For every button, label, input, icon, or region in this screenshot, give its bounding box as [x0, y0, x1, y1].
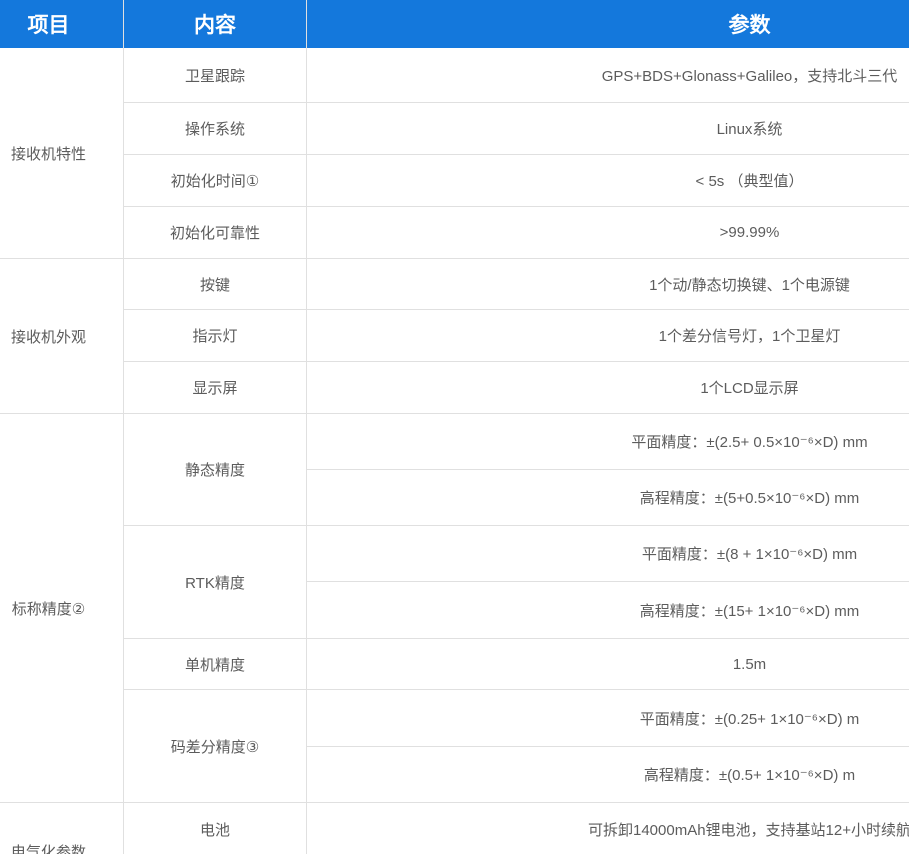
row-value-cell: 平面精度：±(0.25+ 1×10⁻⁶×D) m: [307, 690, 909, 747]
row-value-group: 平面精度：±(2.5+ 0.5×10⁻⁶×D) mm 高程精度：±(5+0.5×…: [307, 414, 909, 525]
row-content-cell: 按键: [124, 259, 307, 309]
row-value-cell: < 5s （典型值）: [307, 155, 909, 206]
section-receiver-appearance: 接收机外观 按键 1个动/静态切换键、1个电源键 指示灯 1个差分信号灯，1个卫…: [0, 259, 909, 414]
table-row: 操作系统 Linux系统: [124, 103, 909, 155]
table-row: RTK精度 平面精度：±(8 + 1×10⁻⁶×D) mm 高程精度：±(15+…: [124, 526, 909, 639]
section-nominal-accuracy: 标称精度② 静态精度 平面精度：±(2.5+ 0.5×10⁻⁶×D) mm 高程…: [0, 414, 909, 803]
column-header-param: 参数: [307, 0, 909, 48]
table-row: 显示屏 1个LCD显示屏: [124, 362, 909, 413]
table-row: 初始化时间① < 5s （典型值）: [124, 155, 909, 207]
table-row: 静态精度 平面精度：±(2.5+ 0.5×10⁻⁶×D) mm 高程精度：±(5…: [124, 414, 909, 526]
spec-table-inner: 项目 内容 参数 接收机特性 卫星跟踪 GPS+BDS+Glonass+Gali…: [0, 0, 909, 854]
row-content-cell: 码差分精度③: [124, 690, 307, 802]
row-value-group: 平面精度：±(8 + 1×10⁻⁶×D) mm 高程精度：±(15+ 1×10⁻…: [307, 526, 909, 638]
row-content-cell: 显示屏: [124, 362, 307, 413]
row-content-cell: 电池: [124, 803, 307, 854]
row-value-cell: 高程精度：±(5+0.5×10⁻⁶×D) mm: [307, 470, 909, 525]
section-electrical-params: 电气化参数 电池 可拆卸14000mAh锂电池，支持基站12+小时续航: [0, 803, 909, 854]
row-value-cell: GPS+BDS+Glonass+Galileo，支持北斗三代: [307, 48, 909, 102]
row-content-cell: 指示灯: [124, 310, 307, 361]
row-value-cell: 1个LCD显示屏: [307, 362, 909, 413]
table-row: 码差分精度③ 平面精度：±(0.25+ 1×10⁻⁶×D) m 高程精度：±(0…: [124, 690, 909, 802]
section-item-label: 电气化参数: [0, 803, 124, 854]
row-content-cell: 初始化可靠性: [124, 207, 307, 258]
section-item-label: 接收机特性: [0, 48, 124, 258]
row-value-cell: 1个差分信号灯，1个卫星灯: [307, 310, 909, 361]
spec-table: 项目 内容 参数 接收机特性 卫星跟踪 GPS+BDS+Glonass+Gali…: [0, 0, 909, 854]
table-row: 电池 可拆卸14000mAh锂电池，支持基站12+小时续航: [124, 803, 909, 854]
row-content-cell: 操作系统: [124, 103, 307, 154]
row-value-cell: 1.5m: [307, 639, 909, 689]
row-content-cell: 卫星跟踪: [124, 48, 307, 102]
row-content-cell: 静态精度: [124, 414, 307, 525]
table-row: 初始化可靠性 >99.99%: [124, 207, 909, 258]
section-item-label: 接收机外观: [0, 259, 124, 413]
row-content-cell: 单机精度: [124, 639, 307, 689]
row-content-cell: 初始化时间①: [124, 155, 307, 206]
section-item-label: 标称精度②: [0, 414, 124, 802]
row-value-cell: Linux系统: [307, 103, 909, 154]
table-row: 单机精度 1.5m: [124, 639, 909, 690]
row-content-cell: RTK精度: [124, 526, 307, 638]
table-row: 指示灯 1个差分信号灯，1个卫星灯: [124, 310, 909, 362]
row-value-cell: 高程精度：±(0.5+ 1×10⁻⁶×D) m: [307, 747, 909, 802]
row-value-group: 平面精度：±(0.25+ 1×10⁻⁶×D) m 高程精度：±(0.5+ 1×1…: [307, 690, 909, 802]
table-row: 卫星跟踪 GPS+BDS+Glonass+Galileo，支持北斗三代: [124, 48, 909, 103]
table-header: 项目 内容 参数: [0, 0, 909, 48]
column-header-item: 项目: [0, 0, 124, 48]
section-receiver-features: 接收机特性 卫星跟踪 GPS+BDS+Glonass+Galileo，支持北斗三…: [0, 48, 909, 259]
row-value-cell: 平面精度：±(8 + 1×10⁻⁶×D) mm: [307, 526, 909, 582]
row-value-cell: 平面精度：±(2.5+ 0.5×10⁻⁶×D) mm: [307, 414, 909, 470]
column-header-content: 内容: [124, 0, 307, 48]
row-value-cell: 1个动/静态切换键、1个电源键: [307, 259, 909, 309]
table-row: 按键 1个动/静态切换键、1个电源键: [124, 259, 909, 310]
row-value-cell: 可拆卸14000mAh锂电池，支持基站12+小时续航: [307, 803, 909, 854]
row-value-cell: >99.99%: [307, 207, 909, 258]
row-value-cell: 高程精度：±(15+ 1×10⁻⁶×D) mm: [307, 582, 909, 638]
